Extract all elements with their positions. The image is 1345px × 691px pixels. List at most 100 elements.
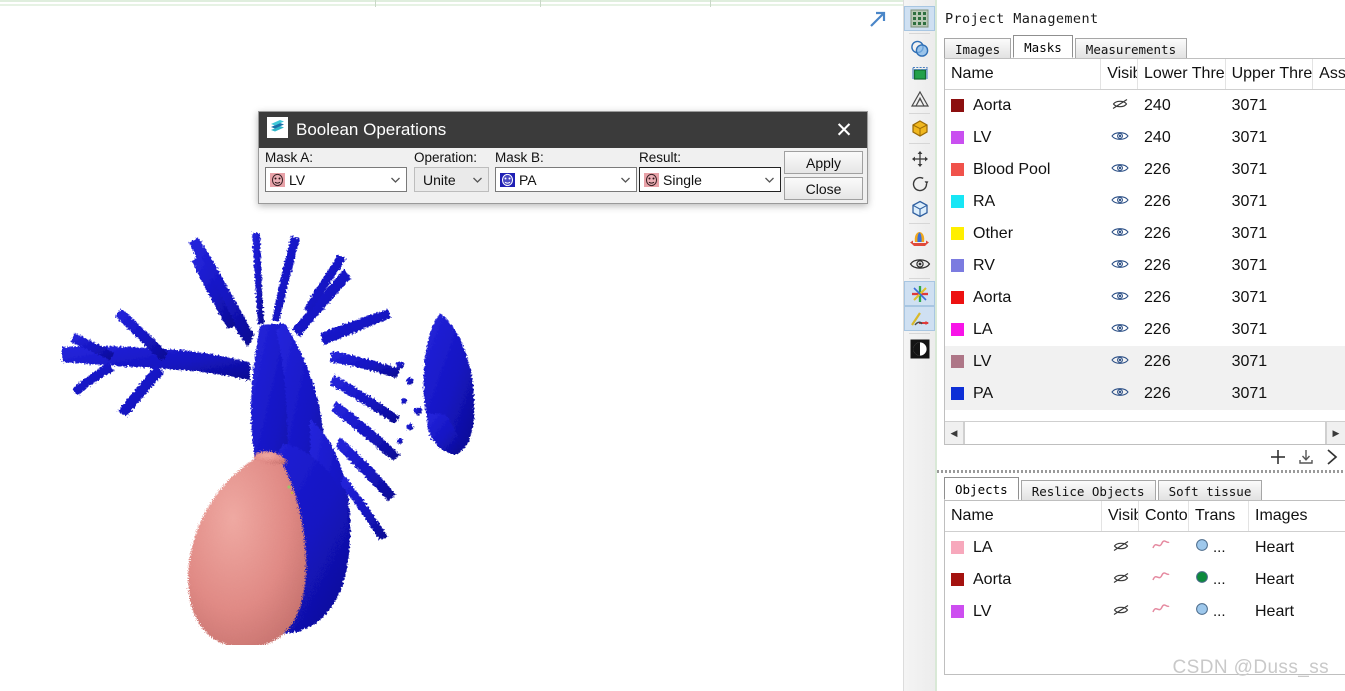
col-trans[interactable]: Trans	[1189, 501, 1249, 531]
mask-name-cell[interactable]: LV	[945, 122, 1101, 154]
visibility-on-icon[interactable]	[1101, 186, 1138, 218]
mask-a-select[interactable]: LV	[265, 167, 407, 192]
tab-masks[interactable]: Masks	[1013, 35, 1073, 58]
axis-cross-icon[interactable]	[904, 281, 935, 306]
apply-button[interactable]: Apply	[784, 151, 863, 174]
rotate-icon[interactable]	[904, 171, 935, 196]
upper-threshold-cell[interactable]: 3071	[1226, 90, 1314, 122]
masks-hscroll-track[interactable]	[964, 422, 1326, 444]
upper-threshold-cell[interactable]: 3071	[1226, 346, 1314, 378]
mask-name-cell[interactable]: Aorta	[945, 282, 1101, 314]
color-swatch[interactable]	[951, 99, 964, 113]
assembly-cell[interactable]	[1313, 218, 1345, 250]
lower-threshold-cell[interactable]: 226	[1138, 282, 1226, 314]
color-swatch[interactable]	[951, 163, 964, 177]
assembly-cell[interactable]	[1313, 186, 1345, 218]
col-lower-thr[interactable]: Lower Thre	[1138, 59, 1226, 89]
transparency-cell[interactable]: ...	[1189, 596, 1249, 628]
upper-threshold-cell[interactable]: 3071	[1226, 218, 1314, 250]
mask-name-cell[interactable]: RV	[945, 250, 1101, 282]
visibility-on-icon[interactable]	[1101, 282, 1138, 314]
images-cell[interactable]: Heart	[1249, 564, 1345, 596]
visibility-on-icon[interactable]	[1101, 122, 1138, 154]
images-cell[interactable]: Heart	[1249, 596, 1345, 628]
lower-threshold-cell[interactable]: 226	[1138, 346, 1226, 378]
visibility-off-icon[interactable]	[1102, 564, 1139, 596]
table-row[interactable]: LV 240 3071	[945, 122, 1345, 154]
color-swatch[interactable]	[951, 605, 964, 619]
table-row[interactable]: Aorta 240 3071	[945, 90, 1345, 122]
assembly-cell[interactable]	[1313, 346, 1345, 378]
col-images[interactable]: Images	[1249, 501, 1345, 531]
visibility-on-icon[interactable]	[1101, 218, 1138, 250]
visibility-off-icon[interactable]	[1102, 532, 1139, 564]
visibility-on-icon[interactable]	[1101, 378, 1138, 410]
color-swatch[interactable]	[951, 227, 964, 241]
add-mask-icon[interactable]	[1269, 448, 1287, 466]
object-name-cell[interactable]: Aorta	[945, 564, 1102, 596]
upper-threshold-cell[interactable]: 3071	[1226, 122, 1314, 154]
operation-select[interactable]: Unite	[414, 167, 489, 192]
color-swatch[interactable]	[951, 131, 964, 145]
table-row[interactable]: LV... Heart	[945, 596, 1345, 628]
contrast-icon[interactable]	[904, 336, 935, 361]
color-swatch[interactable]	[951, 291, 964, 305]
table-row[interactable]: Aorta 226 3071	[945, 282, 1345, 314]
contour-icon[interactable]	[1139, 532, 1189, 564]
tab-soft-tissue[interactable]: Soft tissue	[1157, 480, 1263, 500]
objects-table[interactable]: Name Visib Conto Trans Images LA... Heart…	[944, 500, 1345, 675]
crop-mask-icon[interactable]	[904, 61, 935, 86]
col-upper-thr[interactable]: Upper Thre	[1226, 59, 1314, 89]
expand-arrow-icon[interactable]	[867, 8, 889, 30]
assembly-cell[interactable]	[1313, 90, 1345, 122]
assembly-cell[interactable]	[1313, 378, 1345, 410]
lower-threshold-cell[interactable]: 226	[1138, 218, 1226, 250]
assembly-cell[interactable]	[1313, 314, 1345, 346]
col-name[interactable]: Name	[945, 501, 1102, 531]
boolean-operations-icon[interactable]	[904, 36, 935, 61]
tab-objects[interactable]: Objects	[944, 477, 1019, 500]
scroll-left-icon[interactable]: ◀	[945, 422, 964, 444]
dialog-titlebar[interactable]: Boolean Operations ✕	[259, 112, 867, 148]
color-swatch[interactable]	[951, 573, 964, 587]
grid-icon[interactable]	[904, 6, 935, 31]
masks-table[interactable]: Name Visib Lower Thre Upper Thre Asse Ao…	[944, 58, 1345, 445]
images-cell[interactable]: Heart	[1249, 532, 1345, 564]
box-icon[interactable]	[904, 196, 935, 221]
color-swatch[interactable]	[951, 195, 964, 209]
mask-b-select[interactable]: PA	[495, 167, 637, 192]
table-row[interactable]: Aorta... Heart	[945, 564, 1345, 596]
color-swatch[interactable]	[951, 355, 964, 369]
lower-threshold-cell[interactable]: 226	[1138, 378, 1226, 410]
lower-threshold-cell[interactable]: 226	[1138, 314, 1226, 346]
transparency-cell[interactable]: ...	[1189, 532, 1249, 564]
table-row[interactable]: LV 226 3071	[945, 346, 1345, 378]
object-name-cell[interactable]: LV	[945, 596, 1102, 628]
chevron-down-icon[interactable]	[389, 173, 402, 186]
mask-name-cell[interactable]: PA	[945, 378, 1101, 410]
assembly-cell[interactable]	[1313, 250, 1345, 282]
visibility-on-icon[interactable]	[1101, 346, 1138, 378]
color-swatch[interactable]	[951, 541, 964, 555]
assembly-cell[interactable]	[1313, 122, 1345, 154]
upper-threshold-cell[interactable]: 3071	[1226, 314, 1314, 346]
axis-arrow-icon[interactable]	[904, 306, 935, 331]
col-contour[interactable]: Conto	[1139, 501, 1189, 531]
masks-hscroll-thumb[interactable]	[965, 422, 1304, 444]
close-icon[interactable]: ✕	[825, 113, 863, 147]
table-row[interactable]: RV 226 3071	[945, 250, 1345, 282]
mask-name-cell[interactable]: LA	[945, 314, 1101, 346]
import-mask-icon[interactable]	[1297, 448, 1315, 466]
visibility-icon[interactable]	[904, 251, 935, 276]
mask-name-cell[interactable]: Blood Pool	[945, 154, 1101, 186]
visibility-on-icon[interactable]	[1101, 314, 1138, 346]
move-icon[interactable]	[904, 146, 935, 171]
tab-measurements[interactable]: Measurements	[1074, 38, 1188, 58]
panel-splitter[interactable]	[937, 470, 1345, 473]
close-button[interactable]: Close	[784, 177, 863, 200]
chevron-down-icon[interactable]	[471, 173, 484, 186]
result-select[interactable]: Single	[639, 167, 781, 192]
split-mask-icon[interactable]	[904, 226, 935, 251]
lower-threshold-cell[interactable]: 226	[1138, 250, 1226, 282]
color-swatch[interactable]	[951, 259, 964, 273]
